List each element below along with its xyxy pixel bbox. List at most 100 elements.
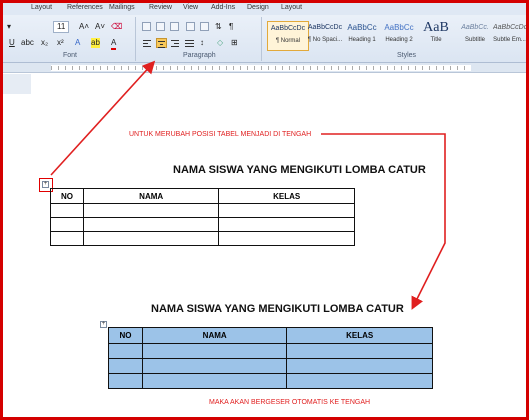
table-cell[interactable] [50, 203, 84, 218]
font-color-icon[interactable]: A [111, 38, 117, 50]
table-row [108, 343, 433, 359]
screenshot-frame: Layout References Mailings Review View A… [0, 0, 529, 420]
align-left-icon[interactable] [142, 38, 153, 48]
style-heading-2[interactable]: AaBbCc Heading 2 [378, 21, 420, 51]
group-divider [135, 17, 136, 61]
tab-view[interactable]: View [183, 3, 198, 12]
style-title[interactable]: AaB Title [415, 21, 457, 51]
table-cell[interactable] [218, 203, 355, 218]
tab-add-ins[interactable]: Add-Ins [211, 3, 235, 12]
tab-design[interactable]: Design [247, 3, 269, 12]
style-name: Subtitle [464, 37, 485, 43]
style-no-spacing[interactable]: AaBbCcDc ¶ No Spaci... [304, 21, 346, 51]
styles-group-label: Styles [397, 52, 417, 59]
horizontal-ruler[interactable] [3, 63, 526, 73]
style-name: Title [430, 37, 442, 43]
paragraph-group-label: Paragraph [183, 52, 216, 59]
table-header-row: NO NAMA KELAS [50, 188, 355, 204]
subscript-icon[interactable]: x₂ [41, 38, 48, 48]
style-name: ¶ Normal [275, 38, 301, 44]
table-cell[interactable] [108, 373, 143, 389]
table-cell[interactable] [82, 231, 220, 246]
title-before: NAMA SISWA YANG MENGIKUTI LOMBA CATUR [173, 164, 426, 176]
table-cell[interactable] [141, 343, 288, 359]
style-name: Subtle Em... [493, 37, 526, 43]
show-marks-icon[interactable]: ¶ [229, 22, 233, 32]
style-subtitle[interactable]: AaBbCc. Subtitle [454, 21, 496, 51]
table-cell[interactable] [50, 231, 84, 246]
align-right-icon[interactable] [170, 38, 181, 48]
table-cell[interactable] [50, 217, 84, 232]
title-after: NAMA SISWA YANG MENGIKUTI LOMBA CATUR [151, 303, 404, 315]
strikethrough-icon[interactable]: abc [21, 38, 34, 48]
shading-icon[interactable]: ◇ [217, 38, 223, 48]
ruler-ticks [51, 66, 471, 70]
borders-icon[interactable]: ⊞ [231, 38, 238, 48]
decrease-indent-icon[interactable] [186, 22, 195, 31]
style-name: ¶ No Spaci... [307, 37, 343, 43]
table-cell[interactable] [141, 373, 288, 389]
justify-icon[interactable] [184, 38, 195, 48]
align-center-icon[interactable] [156, 38, 167, 48]
font-name-dropdown[interactable]: ▾ [7, 22, 11, 32]
sort-icon[interactable]: ⇅ [215, 22, 222, 32]
table-cell[interactable] [108, 358, 143, 374]
style-heading-1[interactable]: AaBbCc Heading 1 [341, 21, 383, 51]
table-row [108, 358, 433, 374]
table-cell[interactable] [286, 343, 433, 359]
table-cell[interactable] [286, 358, 433, 374]
table-before[interactable]: NO NAMA KELAS [50, 188, 355, 246]
annotation-bottom: MAKA AKAN BERGESER OTOMATIS KE TENGAH [209, 399, 371, 406]
style-preview: AaBbCcDc [307, 24, 343, 31]
style-preview: AaBbCc [347, 23, 377, 32]
header-kelas[interactable]: KELAS [218, 188, 355, 204]
table-cell[interactable] [286, 373, 433, 389]
header-nama[interactable]: NAMA [82, 188, 220, 204]
table-header-row: NO NAMA KELAS [108, 327, 433, 344]
style-name: Heading 2 [385, 37, 413, 43]
style-preview: AaBbCcDc [493, 24, 526, 31]
underline-icon[interactable]: U [9, 38, 15, 48]
table-cell[interactable] [108, 343, 143, 359]
numbering-icon[interactable] [156, 22, 165, 31]
header-no[interactable]: NO [50, 188, 84, 204]
table-move-handle-icon[interactable]: + [42, 181, 49, 188]
text-effects-icon[interactable]: A [75, 38, 80, 48]
tab-mailings[interactable]: Mailings [109, 3, 135, 12]
shrink-font-icon[interactable]: A˅ [95, 22, 105, 32]
table-cell[interactable] [82, 203, 220, 218]
table-row [50, 203, 355, 218]
tab-table-layout[interactable]: Layout [281, 3, 302, 12]
tab-review[interactable]: Review [149, 3, 172, 12]
style-preview: AaBbCcDc [270, 25, 306, 32]
table-cell[interactable] [218, 231, 355, 246]
tab-references[interactable]: References [67, 3, 103, 12]
ribbon: Layout References Mailings Review View A… [3, 3, 526, 63]
style-normal[interactable]: AaBbCcDc ¶ Normal [267, 21, 309, 51]
style-preview: AaBbCc. [461, 24, 489, 31]
table-move-handle-icon[interactable]: + [100, 321, 107, 328]
multilevel-list-icon[interactable] [170, 22, 179, 31]
table-row [108, 373, 433, 389]
table-after[interactable]: NO NAMA KELAS [108, 327, 433, 389]
increase-indent-icon[interactable] [200, 22, 209, 31]
grow-font-icon[interactable]: A˄ [79, 22, 89, 32]
table-cell[interactable] [141, 358, 288, 374]
highlight-icon[interactable]: ab [91, 38, 100, 48]
style-preview: AaBbCc [384, 23, 414, 32]
bullets-icon[interactable] [142, 22, 151, 31]
style-name: Heading 1 [348, 37, 376, 43]
header-no[interactable]: NO [108, 327, 143, 344]
superscript-icon[interactable]: x² [57, 38, 64, 48]
header-kelas[interactable]: KELAS [286, 327, 433, 344]
clear-format-icon[interactable]: ⌫ [111, 22, 122, 32]
ribbon-tabs: Layout References Mailings Review View A… [3, 3, 526, 15]
font-size-field[interactable]: 11 [53, 21, 70, 33]
line-spacing-icon[interactable]: ↕ [200, 38, 204, 48]
table-cell[interactable] [218, 217, 355, 232]
tab-layout[interactable]: Layout [31, 3, 52, 12]
header-nama[interactable]: NAMA [141, 327, 288, 344]
table-cell[interactable] [82, 217, 220, 232]
style-subtle-emphasis[interactable]: AaBbCcDc Subtle Em... [493, 21, 526, 51]
annotation-top: UNTUK MERUBAH POSISI TABEL MENJADI DI TE… [129, 131, 312, 138]
